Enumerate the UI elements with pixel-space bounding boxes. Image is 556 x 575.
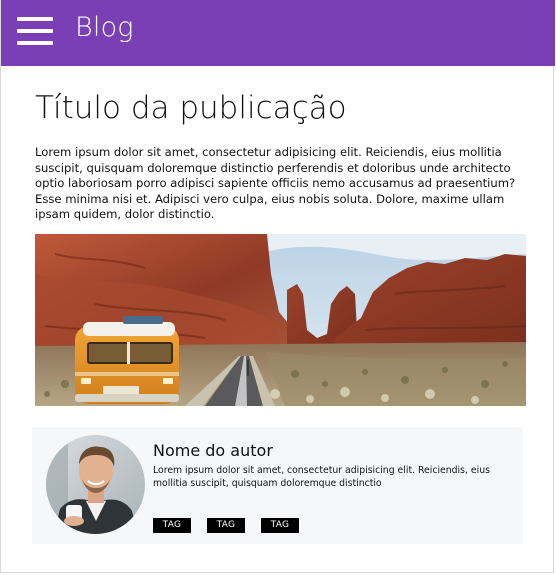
hamburger-menu-icon[interactable] xyxy=(17,15,53,47)
author-avatar xyxy=(46,435,145,534)
tag-chip[interactable]: TAG xyxy=(153,518,191,533)
author-bio: Lorem ipsum dolor sit amet, consectetur … xyxy=(153,465,490,489)
tag-chip[interactable]: TAG xyxy=(261,518,299,533)
author-card: Nome do autor Lorem ipsum dolor sit amet… xyxy=(32,427,523,544)
hero-image xyxy=(35,234,526,406)
author-name: Nome do autor xyxy=(153,441,273,460)
post-title: Título da publicação xyxy=(35,90,347,126)
menu-bar-line xyxy=(17,41,53,45)
menu-bar-line xyxy=(17,17,53,21)
top-app-bar: Blog xyxy=(1,0,555,66)
brand-title[interactable]: Blog xyxy=(75,12,134,43)
menu-bar-line xyxy=(17,29,53,33)
page-frame: Blog Título da publicação Lorem ipsum do… xyxy=(0,0,555,573)
tag-chip[interactable]: TAG xyxy=(207,518,245,533)
tag-list: TAG TAG TAG xyxy=(153,518,299,533)
post-body: Lorem ipsum dolor sit amet, consectetur … xyxy=(35,145,516,222)
